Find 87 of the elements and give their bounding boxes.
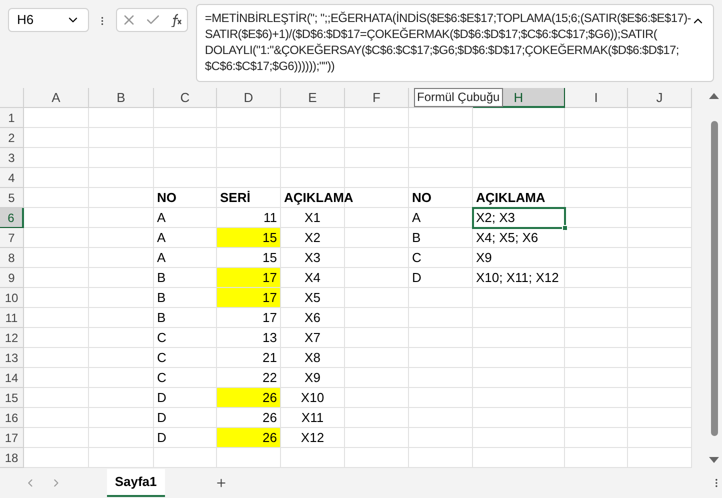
cell-text: X4 [304, 269, 320, 287]
row-header[interactable]: 3 [0, 148, 24, 168]
row-header[interactable]: 5 [0, 188, 24, 208]
column-header[interactable]: I [565, 88, 628, 108]
formula-line: DOLAYLI("1:"&ÇOKEĞERSAY($C$6:$C$17;$G6;$D$6:$D$17;ÇOKEĞERMAK($D$6:$D$17; [204, 42, 680, 58]
table-cell-text: 15 [262, 249, 278, 267]
formula-line: SATIR($E$6)+1)/($D$6:$D$17=ÇOKEĞERMAK($D$6:$D$17;$C$6:$C$17;$G6));SATIR( [204, 26, 658, 42]
name-box[interactable]: H6 [8, 8, 90, 32]
sheet-tab[interactable]: Sayfa1 [106, 469, 165, 497]
cell-text: C [412, 249, 422, 267]
table-cell-text: 22 [262, 369, 278, 387]
row-header[interactable]: 17 [0, 428, 24, 448]
formula-line: =METİNBİRLEŞTİR("; ";;EĞERHATA(İNDİS($E$6:$E$17;TOPLAMA(15;6;(SATIR($E$6:$E$17)- [204, 10, 691, 26]
cell-text: X2; X3 [476, 209, 516, 227]
cell-text: AÇIKLAMA [284, 189, 354, 207]
cell-text: D [157, 429, 166, 447]
column-header[interactable]: D [217, 88, 281, 108]
row-header[interactable]: 14 [0, 368, 24, 388]
cell-text: A [157, 209, 166, 227]
row-header[interactable]: 15 [0, 388, 24, 408]
cell-text: X9 [304, 369, 320, 387]
cell-text: X8 [304, 349, 320, 367]
row-header[interactable]: 7 [0, 228, 24, 248]
highlighted-cell: 17 [217, 268, 280, 287]
formula-field[interactable] [196, 4, 714, 82]
cell-text: X2 [304, 229, 320, 247]
highlighted-cell: 15 [217, 228, 280, 247]
row-header[interactable]: 18 [0, 448, 24, 468]
cell-text: AÇIKLAMA [476, 189, 546, 207]
row-header[interactable]: 1 [0, 108, 24, 128]
cell-text: A [157, 229, 166, 247]
cell-text: X10 [300, 389, 324, 407]
cell-text: X10; X11; X12 [476, 269, 559, 287]
cell-text: X11 [301, 409, 324, 427]
cell-text: X9 [476, 249, 492, 267]
table-cell-text: 21 [262, 349, 278, 367]
row-header[interactable]: 12 [0, 328, 24, 348]
cell-text: X3 [304, 249, 320, 267]
column-header[interactable]: B [89, 88, 154, 108]
highlighted-cell: 26 [217, 388, 280, 407]
row-header[interactable]: 6 [0, 208, 24, 228]
table-cell-text: 11 [262, 209, 278, 227]
scroll-up-icon [709, 92, 719, 99]
tooltip: Formül Çubuğu [414, 88, 503, 107]
table-cell-text: 26 [262, 409, 278, 427]
cell-text: X6 [304, 309, 320, 327]
cell-text: C [157, 349, 166, 367]
selection-outline[interactable] [472, 207, 568, 231]
cell-text: C [157, 329, 166, 347]
cell-text: X5 [304, 289, 320, 307]
row-header[interactable]: 13 [0, 348, 24, 368]
row-header[interactable]: 4 [0, 168, 24, 188]
cell-text: X1 [304, 209, 320, 227]
cell-text: D [157, 409, 166, 427]
cell-text: D [157, 389, 166, 407]
column-header[interactable]: A [24, 88, 89, 108]
scroll-down-icon [709, 457, 719, 464]
column-header[interactable]: F [345, 88, 409, 108]
cell-text: NO [157, 189, 176, 207]
column-header[interactable]: J [628, 88, 692, 108]
table-cell-text: 17 [262, 309, 278, 327]
row-header[interactable]: 11 [0, 308, 24, 328]
cell-text: NO [412, 189, 432, 207]
cell-text: A [412, 209, 421, 227]
column-header[interactable]: C [154, 88, 217, 108]
row-header[interactable]: 2 [0, 128, 24, 148]
highlighted-cell: 17 [217, 288, 280, 307]
cell-text: SERİ [220, 189, 250, 207]
column-header[interactable]: E [281, 88, 345, 108]
cell-text: B [412, 229, 421, 247]
highlighted-cell: 26 [217, 428, 280, 447]
cell-text: B [157, 269, 166, 287]
row-header[interactable]: 9 [0, 268, 24, 288]
function-icon[interactable] [168, 13, 183, 27]
cell-text: B [157, 309, 166, 327]
table-cell-text: 13 [262, 329, 278, 347]
cell-text: X7 [304, 329, 320, 347]
cell-text: X4; X5; X6 [476, 229, 538, 247]
row-header[interactable]: 8 [0, 248, 24, 268]
cell-text: B [157, 289, 166, 307]
cell-text: A [157, 249, 166, 267]
row-header[interactable]: 10 [0, 288, 24, 308]
row-header[interactable]: 16 [0, 408, 24, 428]
cell-text: C [157, 369, 166, 387]
cell-text: X12 [300, 429, 324, 447]
cell-text: D [412, 269, 422, 287]
formula-line: $C$6:$C$17;$G6))))));"")) [204, 58, 336, 74]
